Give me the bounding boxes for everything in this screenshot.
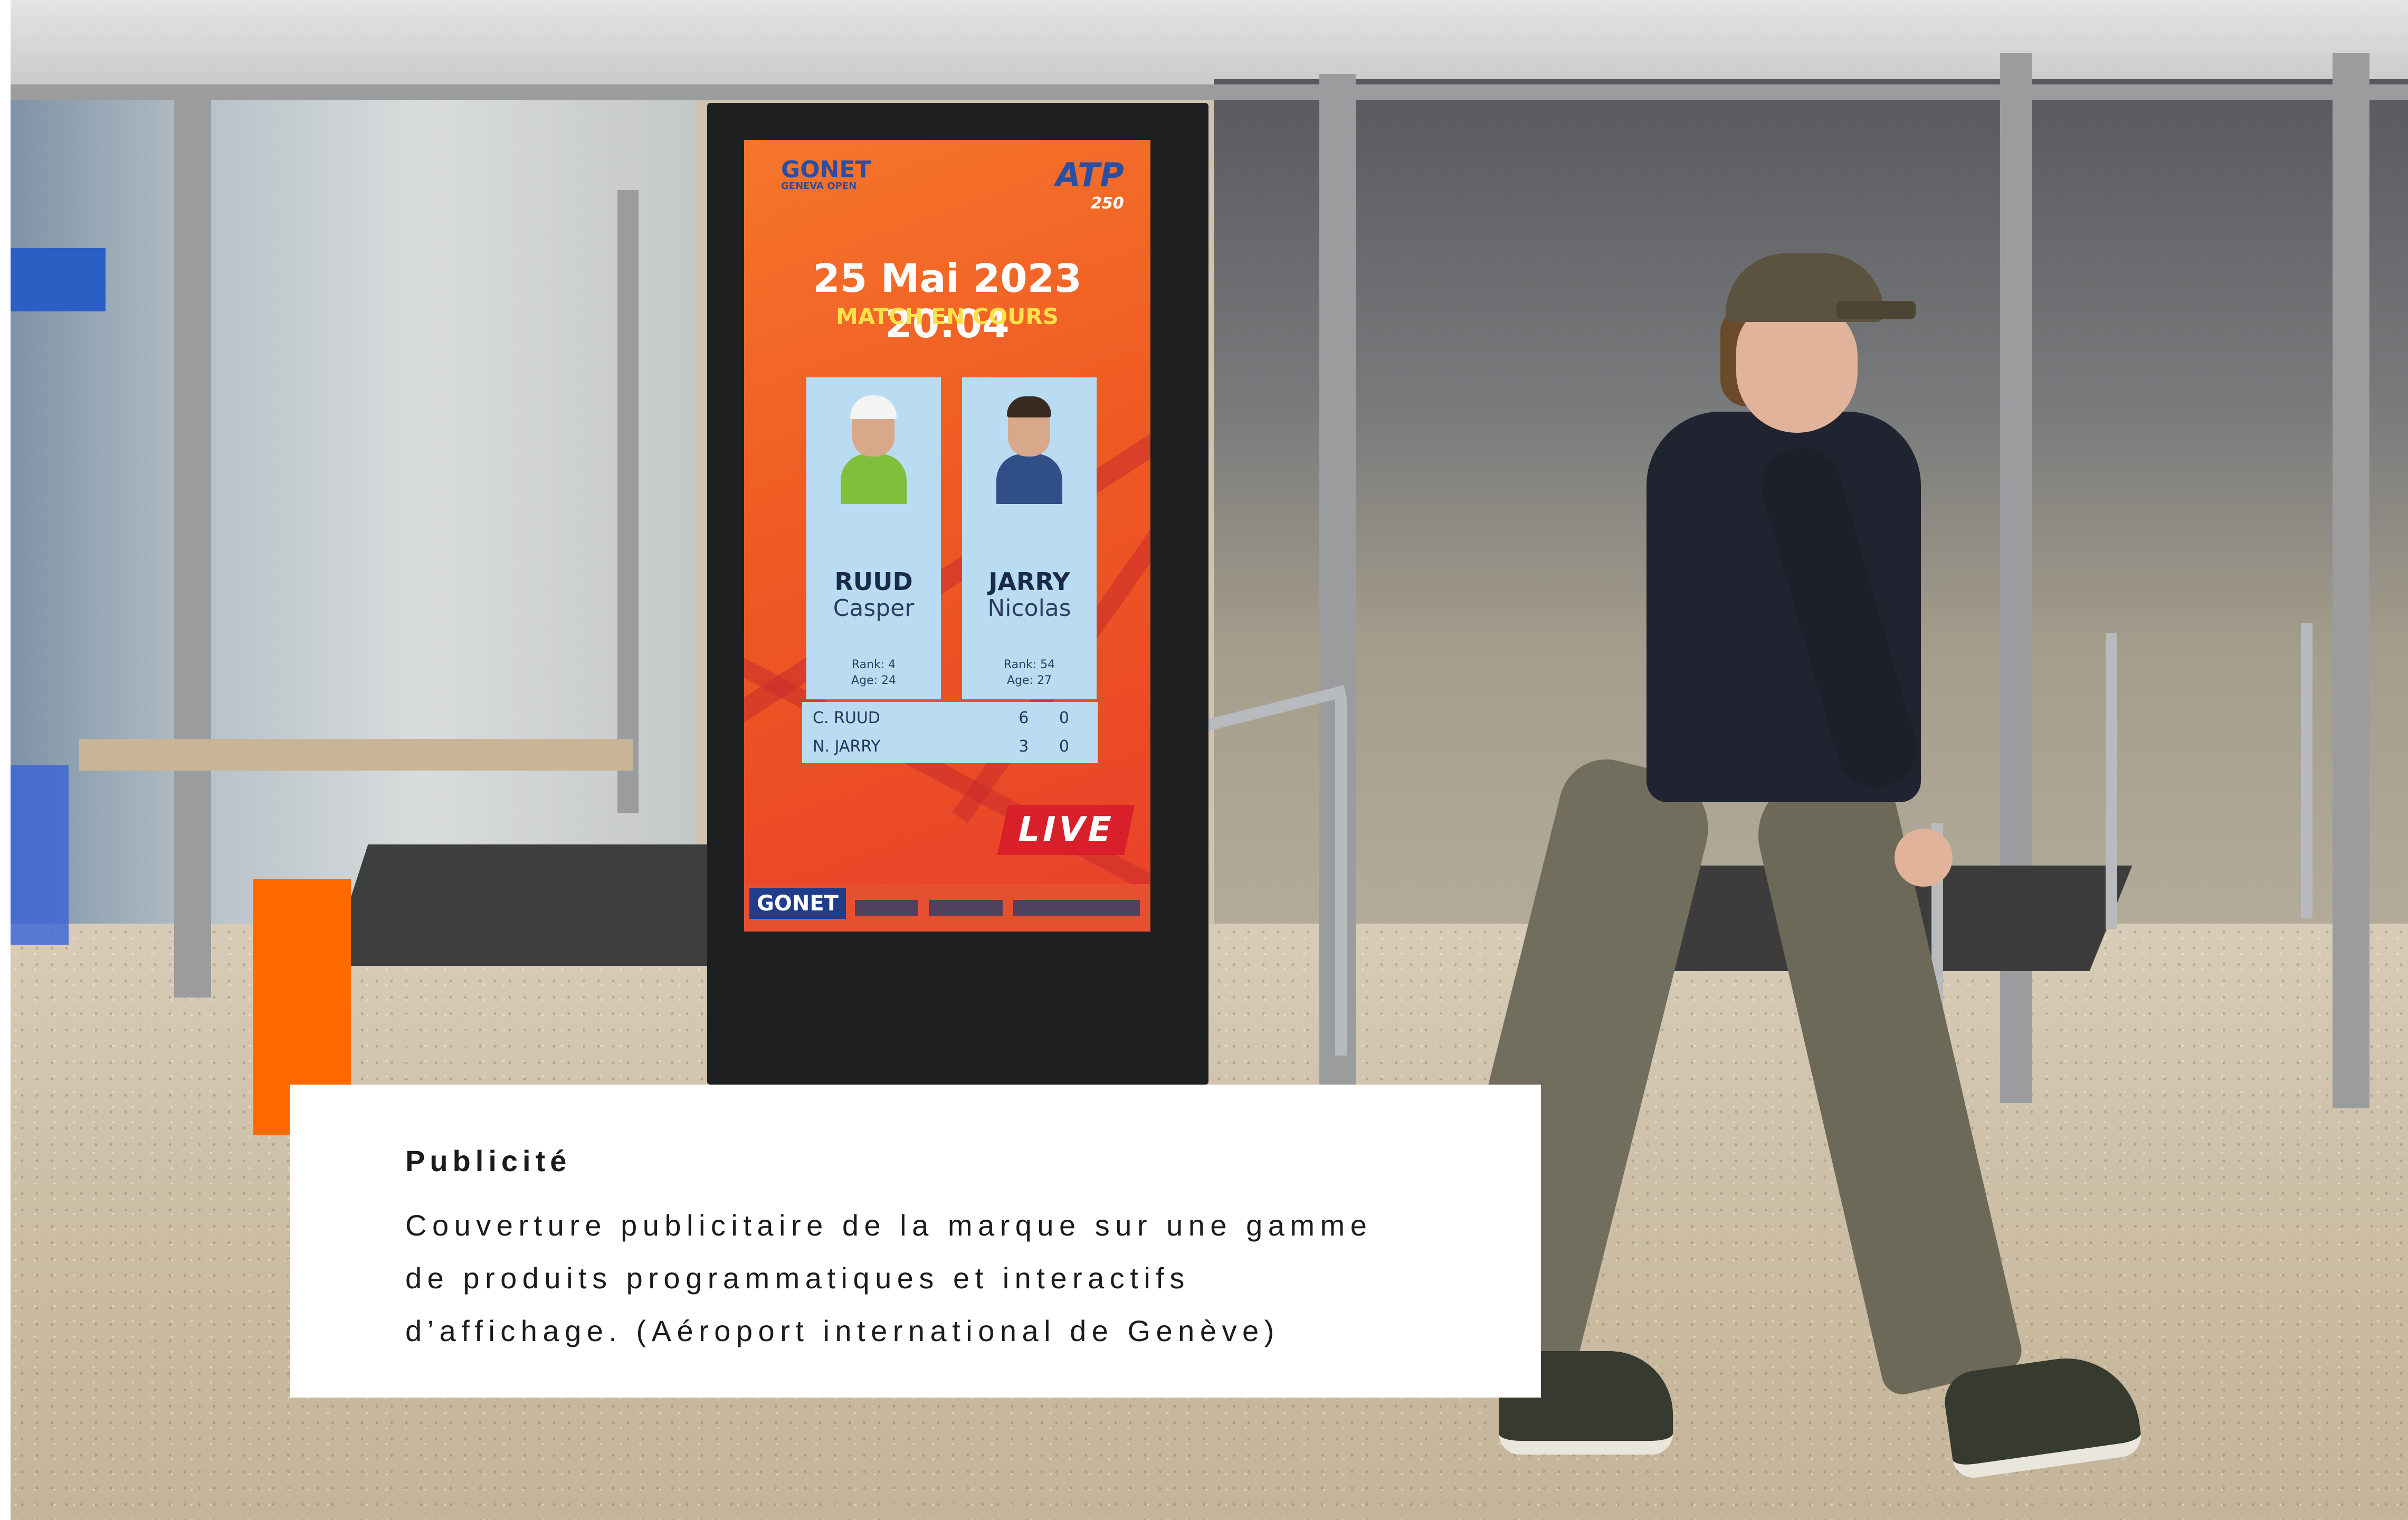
floor-mat <box>328 844 769 966</box>
walking-person <box>1425 253 2144 1520</box>
score-games: 3 0 <box>1019 737 1082 756</box>
sponsor-logo: GONET <box>749 888 846 919</box>
door-frame <box>617 190 639 813</box>
caption-title: Publicité <box>405 1144 572 1177</box>
left-margin <box>0 0 11 1520</box>
match-datetime: 25 Mai 2023 20:04 <box>813 256 1082 347</box>
caption-box: Publicité Couverture publicitaire de la … <box>290 1085 1541 1398</box>
player-rank: Rank: 54 <box>1003 658 1055 671</box>
blue-sign <box>11 248 106 311</box>
player-surname: RUUD <box>834 567 913 596</box>
blue-light <box>11 765 69 945</box>
scoreboard: C. RUUD 6 0 N. JARRY 3 0 <box>802 702 1098 763</box>
live-badge: LIVE <box>997 805 1135 855</box>
sponsor-logo <box>1013 900 1140 916</box>
player-cap <box>850 395 897 419</box>
tournament-logo: GONET GENEVA OPEN <box>781 156 871 216</box>
ceiling <box>0 0 2408 90</box>
sponsor-logo <box>855 900 918 916</box>
handrail <box>1335 697 1347 1056</box>
brand-name: GONET <box>781 156 871 183</box>
score-row: N. JARRY 3 0 <box>813 734 1087 760</box>
score-player-name: N. JARRY <box>813 737 881 756</box>
caption-line: de produits programmatiques et interacti… <box>405 1261 1190 1295</box>
player-surname: JARRY <box>988 567 1070 596</box>
match-status: MATCH EN COURS <box>836 303 1059 329</box>
player-shirt <box>841 454 907 504</box>
player-photo <box>996 396 1062 504</box>
caption-line: d’affichage. (Aéroport international de … <box>405 1314 1280 1347</box>
door-header <box>11 84 2408 100</box>
tour-level: 250 <box>1091 194 1124 213</box>
score-player-name: C. RUUD <box>813 709 880 727</box>
player-shirt <box>996 454 1062 504</box>
person-hand <box>1895 829 1953 887</box>
player-age: Age: 24 <box>851 674 896 687</box>
score-games: 6 0 <box>1019 709 1082 727</box>
caption-text: Couverture publicitaire de la marque sur… <box>405 1199 1503 1357</box>
person-cap-brim <box>1836 301 1916 319</box>
person-leg <box>1747 759 2026 1399</box>
player-first-name: Casper <box>833 595 915 622</box>
player-photo <box>841 395 907 504</box>
score-row: C. RUUD 6 0 <box>813 705 1087 732</box>
player-rank: Rank: 4 <box>851 658 896 671</box>
player-card: JARRY Nicolas Rank: 54 Age: 27 <box>962 377 1097 699</box>
sponsor-logo <box>929 900 1003 916</box>
player-age: Age: 27 <box>1007 674 1052 687</box>
sponsor-bar: GONET <box>744 884 1150 932</box>
kiosk-screen: GONET GENEVA OPEN ATP 250 25 Mai 2023 20… <box>744 140 1150 932</box>
caption-line: Couverture publicitaire de la marque sur… <box>405 1209 1373 1242</box>
door-frame <box>2333 53 2369 1108</box>
player-first-name: Nicolas <box>987 595 1071 622</box>
handrail <box>2301 623 2312 918</box>
tour-name: ATP <box>1055 156 1124 194</box>
bench <box>79 739 633 771</box>
brand-subtitle: GENEVA OPEN <box>781 180 857 192</box>
atp-logo: ATP 250 <box>1055 156 1124 213</box>
player-card: RUUD Casper Rank: 4 Age: 24 <box>806 377 941 699</box>
player-hair <box>1007 396 1051 417</box>
door-frame <box>174 100 211 998</box>
